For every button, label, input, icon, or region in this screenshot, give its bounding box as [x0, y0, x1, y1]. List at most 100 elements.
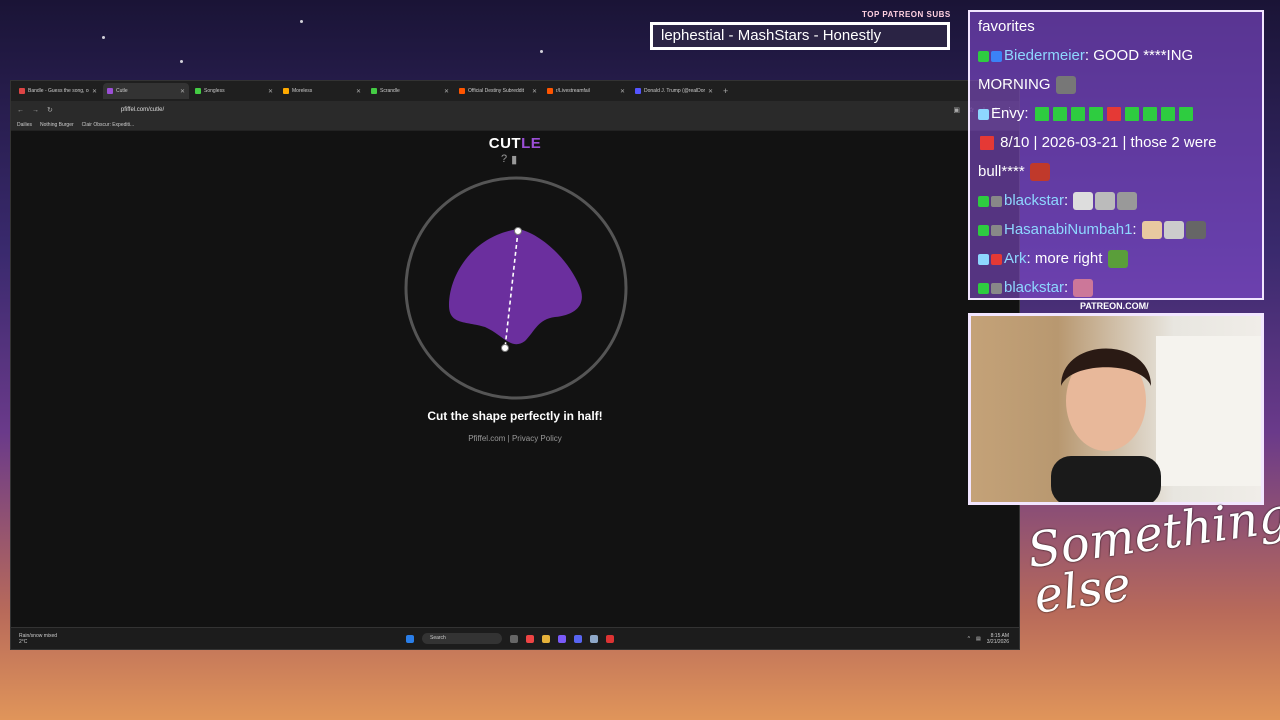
task-view-icon[interactable]	[510, 634, 518, 643]
weather-desc: Rain/snow mixed	[19, 632, 58, 639]
shirt	[1051, 456, 1161, 502]
star	[102, 36, 105, 39]
emote-icon	[1055, 76, 1076, 95]
close-icon[interactable]: ✕	[268, 88, 273, 95]
close-icon[interactable]: ✕	[356, 88, 361, 95]
forward-icon[interactable]: →	[32, 107, 39, 114]
patreon-label: TOP PATREON SUBS	[862, 10, 951, 19]
title-part-le: LE	[521, 135, 542, 152]
discord-icon[interactable]	[574, 634, 582, 643]
bookmark-dailies[interactable]: Dailies	[17, 122, 32, 128]
address-bar[interactable]: pfiffel.com/cutle/	[121, 107, 164, 113]
close-icon[interactable]: ✕	[180, 88, 185, 95]
bookmark-nothing-burger[interactable]: Nothing Burger	[40, 122, 74, 128]
dresser	[1156, 336, 1261, 486]
windows-start-icon[interactable]	[406, 634, 414, 643]
chat-overlay: favorites Biedermeier: GOOD ****ING MORN…	[968, 10, 1264, 300]
stream-title-ticker: lephestial - MashStars - Honestly	[650, 22, 950, 50]
chat-username: blackstar	[1004, 279, 1065, 296]
close-icon[interactable]: ✕	[444, 88, 449, 95]
tab-favicon	[371, 88, 377, 94]
chat-message: HasanabiNumbah1:	[978, 215, 1254, 244]
close-icon[interactable]: ✕	[620, 88, 625, 95]
close-icon[interactable]: ✕	[708, 88, 713, 95]
taskbar-search[interactable]: Search	[422, 633, 502, 644]
chat-message: blackstar:	[978, 186, 1254, 215]
kick-badge-icon	[978, 224, 989, 236]
back-icon[interactable]: ←	[17, 107, 24, 114]
footer-separator: |	[507, 434, 510, 443]
system-tray: ^ ▤ 8:15 AM 3/21/2026	[968, 633, 1009, 645]
tab-destiny-subreddit[interactable]: Official Destiny Subreddit ✕	[455, 83, 541, 99]
bookmarks-bar: Dailies Nothing Burger Clair Obscur: Exp…	[11, 119, 1019, 131]
close-icon[interactable]: ✕	[92, 88, 97, 95]
footer-site-link[interactable]: Pfiffel.com	[468, 434, 505, 443]
result-square-icon	[980, 136, 994, 151]
tab-songless[interactable]: Songless ✕	[191, 83, 277, 99]
cut-handle-start[interactable]	[514, 227, 522, 235]
tab-label: Donald J. Trump (@realDonaldT...	[644, 88, 705, 94]
result-square-icon	[1034, 107, 1049, 122]
app-icon[interactable]	[558, 634, 566, 643]
result-square-icon	[1178, 107, 1193, 122]
result-square-icon	[1088, 107, 1103, 122]
cut-shape[interactable]	[449, 229, 582, 345]
chat-text: favorites	[978, 18, 1035, 35]
weather-widget[interactable]: Rain/snow mixed 2°C	[19, 633, 57, 645]
tab-label: Moreless	[292, 88, 313, 94]
browser-toolbar: ← → ↻ pfiffel.com/cutle/ ▣ ☆ ↓ ● ⋮	[11, 101, 1019, 119]
taskbar-center: Search	[406, 633, 614, 644]
privacy-policy-link[interactable]: Privacy Policy	[512, 434, 562, 443]
title-icons: ? ▮	[501, 153, 517, 166]
result-square-icon	[1124, 107, 1139, 122]
reload-icon[interactable]: ↻	[47, 106, 53, 114]
tab-livestreamfail[interactable]: r/Livestreamfail ✕	[543, 83, 629, 99]
chat-message: Ark: more right	[978, 244, 1254, 273]
tab-scrandle[interactable]: Scrandle ✕	[367, 83, 453, 99]
tab-label: Cutle	[116, 88, 128, 94]
bookmark-clair-obscur[interactable]: Clair Obscur: Expediti...	[82, 122, 135, 128]
tab-cutle[interactable]: Cutle ✕	[103, 83, 189, 99]
tab-favicon	[195, 88, 201, 94]
clock-time: 8:15 AM	[990, 632, 1009, 639]
chat-text: :	[1024, 105, 1029, 122]
youtube-badge-icon	[991, 253, 1002, 265]
stats-icon[interactable]: ▮	[511, 153, 517, 166]
result-square-icon	[1160, 107, 1175, 122]
tab-favicon	[459, 88, 465, 94]
tab-bandle[interactable]: Bandle - Guess the song, one ins...✕	[15, 83, 101, 99]
tray-chevron-icon[interactable]: ^	[968, 636, 970, 642]
explorer-icon[interactable]	[542, 634, 550, 643]
chat-message: Envy:	[978, 99, 1254, 128]
chat-message: Biedermeier: GOOD ****ING MORNING	[978, 41, 1254, 99]
kick-badge-icon	[978, 282, 989, 294]
pepe-emote-icon	[1107, 250, 1128, 269]
emote-icon	[1095, 192, 1116, 211]
tab-label: Bandle - Guess the song, one ins...	[28, 88, 89, 94]
result-square-icon	[1070, 107, 1085, 122]
network-icon[interactable]: ▤	[976, 636, 981, 642]
close-icon[interactable]: ✕	[532, 88, 537, 95]
clock-date: 3/21/2026	[986, 638, 1009, 645]
webcam-feed	[968, 313, 1264, 505]
clock[interactable]: 8:15 AM 3/21/2026	[987, 633, 1009, 645]
chat-message: 8/10 | 2026-03-21 | those 2 were bull***…	[978, 128, 1254, 186]
new-tab-icon[interactable]: +	[719, 86, 732, 96]
obs-icon[interactable]	[606, 634, 614, 643]
chrome-icon[interactable]	[526, 634, 534, 643]
help-icon[interactable]: ?	[501, 153, 507, 166]
tab-moreless[interactable]: Moreless ✕	[279, 83, 365, 99]
kick-badge-icon	[978, 50, 989, 62]
tab-favicon	[635, 88, 641, 94]
sub-badge-icon	[991, 50, 1002, 62]
translate-icon[interactable]: ▣	[953, 106, 960, 114]
game-board[interactable]	[403, 175, 629, 401]
chat-text: :	[1132, 221, 1137, 238]
windows-taskbar: Rain/snow mixed 2°C Search ^ ▤ 8:15 AM 3…	[11, 627, 1019, 649]
cut-handle-end[interactable]	[501, 344, 509, 352]
tab-trump[interactable]: Donald J. Trump (@realDonaldT...✕	[631, 83, 717, 99]
steam-icon[interactable]	[590, 634, 598, 643]
tab-favicon	[19, 88, 25, 94]
tab-bar: Bandle - Guess the song, one ins...✕ Cut…	[11, 81, 1019, 101]
weather-temp: 2°C	[19, 638, 28, 645]
